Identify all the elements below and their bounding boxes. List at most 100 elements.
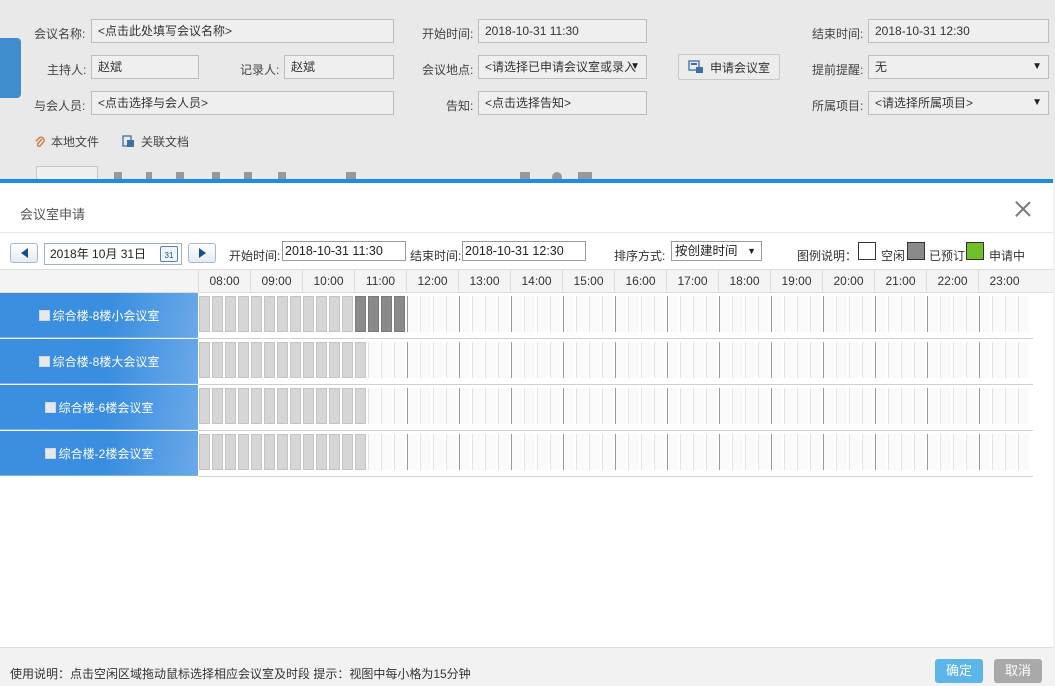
free-slot[interactable] bbox=[511, 388, 522, 424]
room-checkbox[interactable] bbox=[38, 355, 50, 367]
room-name[interactable]: 综合楼-8楼小会议室 bbox=[0, 293, 198, 338]
free-slot[interactable] bbox=[875, 434, 886, 470]
free-slot[interactable] bbox=[953, 296, 964, 332]
free-slot[interactable] bbox=[953, 434, 964, 470]
free-slot[interactable] bbox=[901, 434, 912, 470]
free-slot[interactable] bbox=[1018, 342, 1029, 378]
free-slot[interactable] bbox=[563, 342, 574, 378]
free-slot[interactable] bbox=[771, 434, 782, 470]
free-slot[interactable] bbox=[732, 434, 743, 470]
dialog-end-input[interactable]: 2018-10-31 12:30 bbox=[462, 241, 586, 261]
free-slot[interactable] bbox=[407, 434, 418, 470]
room-name[interactable]: 综合楼-2楼会议室 bbox=[0, 431, 198, 476]
free-slot[interactable] bbox=[966, 342, 977, 378]
free-slot[interactable] bbox=[693, 388, 704, 424]
meeting-name-input[interactable]: <点击此处填写会议名称> bbox=[91, 19, 394, 43]
free-slot[interactable] bbox=[563, 296, 574, 332]
free-slot[interactable] bbox=[550, 296, 561, 332]
free-slot[interactable] bbox=[706, 434, 717, 470]
free-slot[interactable] bbox=[862, 434, 873, 470]
free-slot[interactable] bbox=[862, 342, 873, 378]
free-slot[interactable] bbox=[875, 296, 886, 332]
free-slot[interactable] bbox=[1005, 388, 1016, 424]
project-select[interactable]: <请选择所属项目> ▼ bbox=[868, 91, 1049, 115]
free-slot[interactable] bbox=[875, 342, 886, 378]
free-slot[interactable] bbox=[784, 388, 795, 424]
free-slot[interactable] bbox=[693, 296, 704, 332]
free-slot[interactable] bbox=[433, 342, 444, 378]
free-slot[interactable] bbox=[576, 388, 587, 424]
free-slot[interactable] bbox=[628, 296, 639, 332]
free-slot[interactable] bbox=[1005, 342, 1016, 378]
free-slot[interactable] bbox=[927, 434, 938, 470]
host-input[interactable]: 赵斌 bbox=[91, 55, 199, 79]
free-slot[interactable] bbox=[511, 342, 522, 378]
free-slot[interactable] bbox=[628, 388, 639, 424]
reminder-select[interactable]: 无 ▼ bbox=[868, 55, 1049, 79]
free-slot[interactable] bbox=[602, 342, 613, 378]
free-slot[interactable] bbox=[394, 342, 405, 378]
free-slot[interactable] bbox=[394, 388, 405, 424]
free-slot[interactable] bbox=[615, 342, 626, 378]
free-slot[interactable] bbox=[914, 296, 925, 332]
free-slot[interactable] bbox=[823, 434, 834, 470]
free-slot[interactable] bbox=[888, 388, 899, 424]
free-slot[interactable] bbox=[979, 388, 990, 424]
dialog-start-input[interactable]: 2018-10-31 11:30 bbox=[282, 241, 406, 261]
free-slot[interactable] bbox=[407, 388, 418, 424]
free-slot[interactable] bbox=[966, 296, 977, 332]
free-slot[interactable] bbox=[420, 296, 431, 332]
free-slot[interactable] bbox=[459, 296, 470, 332]
free-slot[interactable] bbox=[472, 342, 483, 378]
free-slot[interactable] bbox=[953, 388, 964, 424]
side-panel-tab[interactable] bbox=[0, 38, 21, 98]
free-slot[interactable] bbox=[992, 296, 1003, 332]
free-slot[interactable] bbox=[459, 434, 470, 470]
free-slot[interactable] bbox=[940, 388, 951, 424]
free-slot[interactable] bbox=[485, 342, 496, 378]
free-slot[interactable] bbox=[706, 388, 717, 424]
free-slot[interactable] bbox=[485, 388, 496, 424]
free-slot[interactable] bbox=[446, 434, 457, 470]
free-slot[interactable] bbox=[420, 342, 431, 378]
participants-input[interactable]: <点击选择与会人员> bbox=[91, 91, 394, 115]
free-slot[interactable] bbox=[849, 296, 860, 332]
free-slot[interactable] bbox=[771, 388, 782, 424]
room-name[interactable]: 综合楼-8楼大会议室 bbox=[0, 339, 198, 384]
free-slot[interactable] bbox=[615, 296, 626, 332]
free-slot[interactable] bbox=[927, 296, 938, 332]
free-slot[interactable] bbox=[810, 296, 821, 332]
free-slot[interactable] bbox=[719, 342, 730, 378]
free-slot[interactable] bbox=[524, 342, 535, 378]
free-slot[interactable] bbox=[758, 296, 769, 332]
free-slot[interactable] bbox=[979, 296, 990, 332]
free-slot[interactable] bbox=[680, 296, 691, 332]
recorder-input[interactable]: 赵斌 bbox=[284, 55, 394, 79]
free-slot[interactable] bbox=[862, 296, 873, 332]
free-slot[interactable] bbox=[836, 434, 847, 470]
free-slot[interactable] bbox=[407, 342, 418, 378]
free-slot[interactable] bbox=[433, 296, 444, 332]
free-slot[interactable] bbox=[797, 342, 808, 378]
free-slot[interactable] bbox=[524, 388, 535, 424]
free-slot[interactable] bbox=[836, 388, 847, 424]
calendar-icon[interactable]: 31 bbox=[160, 246, 178, 262]
apply-room-button[interactable]: 申请会议室 bbox=[678, 54, 780, 80]
free-slot[interactable] bbox=[667, 434, 678, 470]
free-slot[interactable] bbox=[550, 342, 561, 378]
free-slot[interactable] bbox=[576, 342, 587, 378]
free-slot[interactable] bbox=[862, 388, 873, 424]
prev-day-button[interactable] bbox=[10, 243, 38, 263]
free-slot[interactable] bbox=[589, 342, 600, 378]
free-slot[interactable] bbox=[641, 342, 652, 378]
free-slot[interactable] bbox=[836, 296, 847, 332]
free-slot[interactable] bbox=[381, 434, 392, 470]
free-slot[interactable] bbox=[498, 388, 509, 424]
free-slot[interactable] bbox=[732, 342, 743, 378]
free-slot[interactable] bbox=[992, 388, 1003, 424]
free-slot[interactable] bbox=[823, 342, 834, 378]
close-icon[interactable] bbox=[1013, 199, 1033, 219]
free-slot[interactable] bbox=[472, 388, 483, 424]
free-slot[interactable] bbox=[537, 296, 548, 332]
free-slot[interactable] bbox=[784, 434, 795, 470]
